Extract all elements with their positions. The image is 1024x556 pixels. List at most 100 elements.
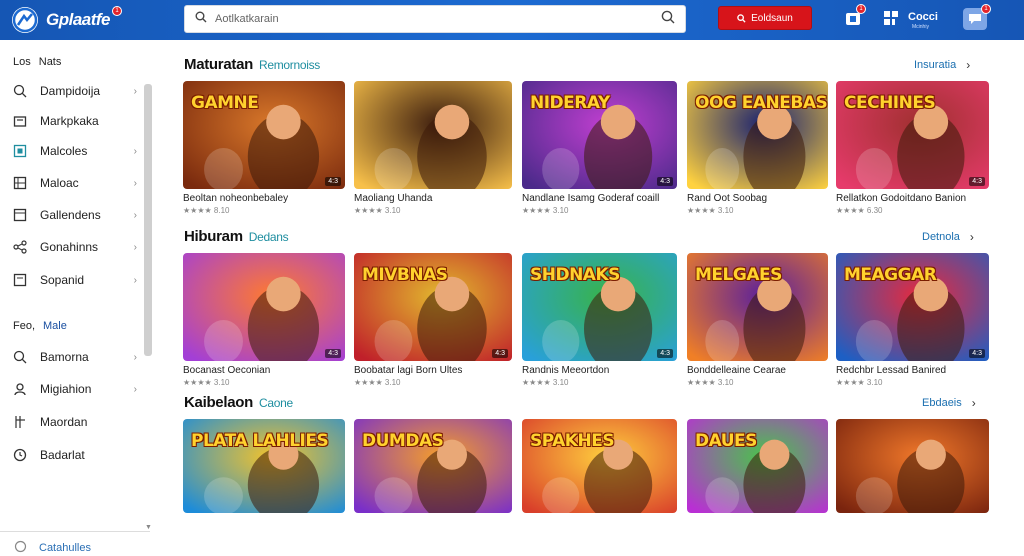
game-thumbnail xyxy=(354,81,512,189)
game-title[interactable]: Rand Oot Soobag xyxy=(687,193,849,204)
game-title[interactable]: Beoltan noheonbebaley xyxy=(183,193,345,204)
game-title[interactable]: Randnis Meeortdon xyxy=(522,365,684,376)
search-submit-icon[interactable] xyxy=(661,10,675,29)
game-rating: ★★★★ 3.10 xyxy=(183,378,230,387)
sidebar-section-head: Los Nats xyxy=(13,56,61,68)
footer-label: Catahulles xyxy=(39,542,91,554)
chevron-right-icon: › xyxy=(133,145,137,157)
gift-icon[interactable]: 1 xyxy=(844,4,866,27)
sidebar: Los Nats Dampidoija › Markpkaka Malcoles … xyxy=(0,40,155,554)
aspect-badge: 4:3 xyxy=(492,349,508,358)
sidebar-item-label: Gallendens xyxy=(40,208,101,222)
game-art-title: PLATA LAHLIES xyxy=(191,431,329,451)
game-title[interactable]: Rellatkon Godoitdano Banion xyxy=(836,193,998,204)
sidebar-divider xyxy=(0,531,150,532)
section-subtitle[interactable]: Dedans xyxy=(249,230,289,244)
sidebar-item-label: Gonahinns xyxy=(40,240,99,254)
apps-grid-icon[interactable] xyxy=(882,9,900,27)
section-title-text: Kaibelaon xyxy=(184,394,253,411)
search-icon xyxy=(12,349,28,365)
sidebar-item-4[interactable]: Maloac › xyxy=(12,173,137,193)
game-art-title: GAMNE xyxy=(191,93,259,113)
sidebar-head-accent[interactable]: Nats xyxy=(39,56,62,68)
gift-badge: 1 xyxy=(856,4,866,14)
aspect-badge: 4:3 xyxy=(325,349,341,358)
game-title[interactable]: Bonddelleaine Cearae xyxy=(687,365,849,376)
sidebar-item-2[interactable]: Markpkaka xyxy=(12,111,137,131)
section-subtitle[interactable]: Caone xyxy=(259,396,293,410)
chat-button[interactable]: 1 xyxy=(963,4,991,30)
game-card[interactable]: SHDNAKS 4:3 xyxy=(522,253,677,361)
sidebar-item-10[interactable]: Maordan xyxy=(12,412,137,432)
section-title-text: Hiburam xyxy=(184,228,243,245)
sidebar-footer[interactable]: Catahulles xyxy=(14,540,91,556)
game-thumbnail xyxy=(836,419,989,513)
game-card[interactable]: GAMNE 4:3 xyxy=(183,81,345,189)
see-all-link[interactable]: Ebdaeis › xyxy=(922,396,976,410)
game-title[interactable]: Boobatar lagi Born Ultes xyxy=(354,365,516,376)
aspect-badge: 4:3 xyxy=(969,349,985,358)
search-icon xyxy=(737,13,746,23)
game-rating: ★★★★ 6.30 xyxy=(836,206,883,215)
see-all-link[interactable]: Detnola › xyxy=(922,230,974,244)
game-card[interactable] xyxy=(354,81,512,189)
sidebar-item-label: Migiahion xyxy=(40,382,92,396)
game-card[interactable]: MELGAES xyxy=(687,253,828,361)
sidebar-item-6[interactable]: Gonahinns › xyxy=(12,237,137,257)
game-card[interactable]: CECHINES 4:3 xyxy=(836,81,989,189)
sidebar-item-label: Badarlat xyxy=(40,448,85,462)
game-card[interactable] xyxy=(836,419,989,513)
share-icon xyxy=(12,239,28,255)
cta-button[interactable]: Eoldsaun xyxy=(718,6,812,30)
grid-icon xyxy=(12,175,28,191)
game-title[interactable]: Redchbr Lessad Banired xyxy=(836,365,998,376)
search-icon xyxy=(195,10,207,28)
sidebar-item-11[interactable]: Badarlat xyxy=(12,445,137,465)
square-icon xyxy=(12,143,28,159)
aspect-badge: 4:3 xyxy=(657,349,673,358)
sidebar-item-label: Markpkaka xyxy=(40,114,99,128)
logo[interactable]: Gplaatfe 1 xyxy=(12,6,123,34)
search-bar[interactable] xyxy=(184,5,686,33)
chevron-right-icon: › xyxy=(133,274,137,286)
game-card[interactable]: 4:3 xyxy=(183,253,345,361)
game-card[interactable]: PLATA LAHLIES xyxy=(183,419,345,513)
logo-icon xyxy=(12,7,38,33)
section-subtitle[interactable]: Remornoiss xyxy=(259,58,320,72)
game-card[interactable]: SPAKHES xyxy=(522,419,677,513)
logo-text: Gplaatfe xyxy=(46,10,111,29)
game-rating: ★★★★ 3.10 xyxy=(522,378,569,387)
game-title[interactable]: Maoliang Uhanda xyxy=(354,193,516,204)
game-card[interactable]: DAUES xyxy=(687,419,828,513)
user-label[interactable]: Cocci xyxy=(908,11,938,23)
game-title[interactable]: Nandlane Isamg Goderaf coaill xyxy=(522,193,684,204)
scroll-down-icon[interactable]: ▼ xyxy=(145,524,152,531)
sidebar-item-1[interactable]: Dampidoija › xyxy=(12,81,137,101)
chevron-right-icon: › xyxy=(133,85,137,97)
section-title-text: Maturatan xyxy=(184,56,253,73)
game-card[interactable]: MEAGGAR 4:3 xyxy=(836,253,989,361)
section-title: Maturatan Remornoiss xyxy=(184,56,320,73)
sidebar-scrollbar[interactable] xyxy=(144,84,152,356)
game-card[interactable]: NIDERAY 4:3 xyxy=(522,81,677,189)
top-bar: Gplaatfe 1 Eoldsaun 1 Cocci Mcinhiy 1 xyxy=(0,0,1024,40)
game-art-title: MELGAES xyxy=(695,265,782,285)
see-all-link[interactable]: Insuratia › xyxy=(914,58,970,72)
sidebar-item-5[interactable]: Gallendens › xyxy=(12,205,137,225)
game-card[interactable]: DUMDAS xyxy=(354,419,512,513)
sidebar-item-3[interactable]: Malcoles › xyxy=(12,141,137,161)
clock-icon xyxy=(12,447,28,463)
sidebar-item-7[interactable]: Sopanid › xyxy=(12,270,137,290)
game-rating: ★★★★ 3.10 xyxy=(687,378,734,387)
sidebar-head-label: Feo, xyxy=(13,320,36,332)
game-card[interactable]: OOG EANEBAS xyxy=(687,81,828,189)
sidebar-item-8[interactable]: Bamorna › xyxy=(12,347,137,367)
window-icon xyxy=(12,207,28,223)
sidebar-head-accent[interactable]: Male xyxy=(43,320,67,332)
sidebar-item-9[interactable]: Migiahion › xyxy=(12,379,137,399)
game-card[interactable]: MIVBNAS 4:3 xyxy=(354,253,512,361)
chat-icon xyxy=(969,14,981,24)
sidebar-item-label: Maloac xyxy=(40,176,79,190)
search-input[interactable] xyxy=(215,13,661,25)
game-title[interactable]: Bocanast Oeconian xyxy=(183,365,345,376)
